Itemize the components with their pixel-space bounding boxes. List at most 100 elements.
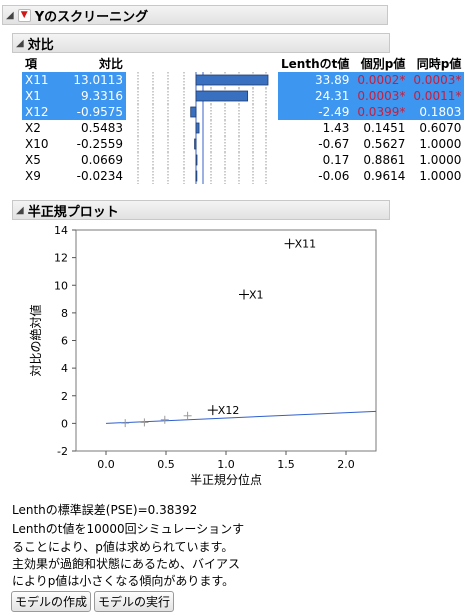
col-bar (126, 55, 278, 72)
y-tick-label: 0 (61, 417, 68, 430)
make-model-button[interactable]: モデルの作成 (11, 591, 91, 612)
col-term: 項 (25, 57, 38, 71)
point-label: X1 (249, 289, 264, 302)
individual-p-cell: 0.9614 (363, 169, 406, 183)
lenth-t-cell: 1.43 (322, 121, 350, 135)
half-normal-plot: -2 0 2 4 6 8 10 12 14 0.0 0.5 1.0 1.5 2.0 半正規分位点 対比の絶対値… (28, 224, 377, 487)
contrast-cell: -0.2559 (76, 137, 123, 151)
disclosure-triangle-icon[interactable]: ◢ (16, 205, 24, 216)
contrast-bar (195, 170, 198, 182)
run-model-button[interactable]: モデルの実行 (94, 591, 174, 612)
report-title: Yのスクリーニング (34, 9, 149, 25)
individual-p-cell: 0.5627 (363, 137, 406, 151)
x-tick-label: 2.0 (337, 458, 355, 471)
disclosure-triangle-icon[interactable]: ◢ (16, 38, 24, 49)
simultaneous-p-cell: 0.0011* (408, 88, 465, 104)
term-cell: X12 (22, 104, 68, 120)
simultaneous-p-cell: 0.1803 (408, 104, 465, 120)
col-simultaneous-p: 同時p値 (416, 57, 462, 71)
bar-cell (126, 120, 278, 136)
contrast-bar (195, 90, 249, 102)
y-tick-label: 6 (61, 335, 68, 348)
term-cell: X11 (22, 72, 68, 88)
individual-p-cell: 0.0399* (352, 104, 409, 120)
y-tick-label: 8 (61, 307, 68, 320)
bar-cell (126, 152, 278, 168)
y-tick-label: 10 (54, 279, 68, 292)
term-cell: X10 (25, 137, 49, 151)
table-row[interactable]: X5 0.0669 0.17 0.8861 1.0000 (22, 152, 464, 168)
contrast-bar (195, 154, 198, 166)
contrast-title: 対比 (27, 37, 54, 53)
y-tick-label: 14 (54, 224, 68, 237)
x-tick-label: 1.0 (217, 458, 235, 471)
lenth-t-cell: 24.31 (278, 88, 353, 104)
point-label: X11 (295, 238, 317, 251)
contrast-cell: 9.3316 (68, 88, 126, 104)
table-row[interactable]: X12 -0.9575 -2.49 0.0399* 0.1803 (22, 104, 465, 120)
contrast-cell: -0.9575 (68, 104, 126, 120)
bar-cell (126, 88, 278, 104)
lenth-t-cell: 0.17 (322, 153, 350, 167)
table-row[interactable]: X11 13.0113 33.89 0.0002* 0.0003* (22, 72, 465, 88)
note-line: Lenthのt値を10000回シミュレーションす (12, 522, 245, 536)
term-cell: X2 (25, 121, 41, 135)
contrast-cell: -0.0234 (76, 169, 123, 183)
bar-cell (126, 72, 278, 88)
note-line: によりp値は小さくなる傾向があります。 (12, 574, 235, 588)
contrast-cell: 0.5483 (81, 121, 123, 135)
lenth-t-cell: 33.89 (278, 72, 353, 88)
individual-p-cell: 0.1451 (363, 121, 406, 135)
lenth-t-cell: -0.67 (318, 137, 350, 151)
col-lenth-t: Lenthのt値 (281, 57, 350, 71)
col-individual-p: 個別p値 (360, 57, 406, 71)
term-cell: X5 (25, 153, 41, 167)
y-tick-label: 12 (54, 252, 68, 265)
simultaneous-p-cell: 1.0000 (419, 137, 462, 151)
y-tick-label: 4 (61, 362, 68, 375)
contrast-header[interactable]: ◢ 対比 (12, 33, 390, 53)
red-triangle-menu-icon[interactable]: ▼ (17, 8, 31, 22)
contrast-table: 項 対比 Lenthのt値 個別p値 同時p値 X11 13.0113 33.89 0… (22, 55, 465, 184)
bar-cell (126, 136, 278, 152)
half-normal-title: 半正規プロット (27, 204, 119, 220)
table-row[interactable]: X1 9.3316 24.31 0.0003* 0.0011* (22, 88, 465, 104)
contrast-bar (190, 106, 197, 118)
contrast-bar (195, 74, 269, 86)
pse-note: Lenthの標準誤差(PSE)=0.38392 (12, 503, 198, 517)
term-cell: X9 (25, 169, 41, 183)
col-contrast: 対比 (98, 57, 123, 71)
table-row[interactable]: X9 -0.0234 -0.06 0.9614 1.0000 (22, 168, 464, 184)
individual-p-cell: 0.0003* (352, 88, 409, 104)
lenth-t-cell: -0.06 (318, 169, 350, 183)
y-tick-label: -2 (57, 445, 68, 458)
term-cell: X1 (22, 88, 68, 104)
contrast-cell: 0.0669 (81, 153, 123, 167)
table-row[interactable]: X10 -0.2559 -0.67 0.5627 1.0000 (22, 136, 464, 152)
simultaneous-p-cell: 1.0000 (419, 169, 462, 183)
individual-p-cell: 0.8861 (363, 153, 406, 167)
x-tick-label: 1.5 (277, 458, 295, 471)
x-axis-label: 半正規分位点 (190, 472, 262, 487)
half-normal-header[interactable]: ◢ 半正規プロット (12, 200, 390, 220)
contrast-bar (194, 138, 197, 150)
individual-p-cell: 0.0002* (352, 72, 409, 88)
simultaneous-p-cell: 1.0000 (419, 153, 462, 167)
y-axis-label: 対比の絶対値 (28, 304, 43, 376)
x-tick-label: 0.0 (97, 458, 115, 471)
disclosure-triangle-icon[interactable]: ◢ (6, 10, 14, 21)
x-tick-label: 0.5 (157, 458, 175, 471)
note-line: ることにより、p値は求められています。 (12, 540, 234, 554)
bar-cell (126, 168, 278, 184)
y-tick-label: 2 (61, 390, 68, 403)
point-label: X12 (218, 404, 240, 417)
report-header[interactable]: ◢ ▼ Yのスクリーニング (2, 5, 388, 25)
contrast-bar (195, 122, 200, 134)
table-row[interactable]: X2 0.5483 1.43 0.1451 0.6070 (22, 120, 464, 136)
lenth-t-cell: -2.49 (278, 104, 353, 120)
simultaneous-p-cell: 0.6070 (419, 121, 462, 135)
note-line: 主効果が過飽和状態にあるため、バイアス (12, 557, 241, 571)
contrast-cell: 13.0113 (68, 72, 126, 88)
bar-cell (126, 104, 278, 120)
simultaneous-p-cell: 0.0003* (408, 72, 465, 88)
